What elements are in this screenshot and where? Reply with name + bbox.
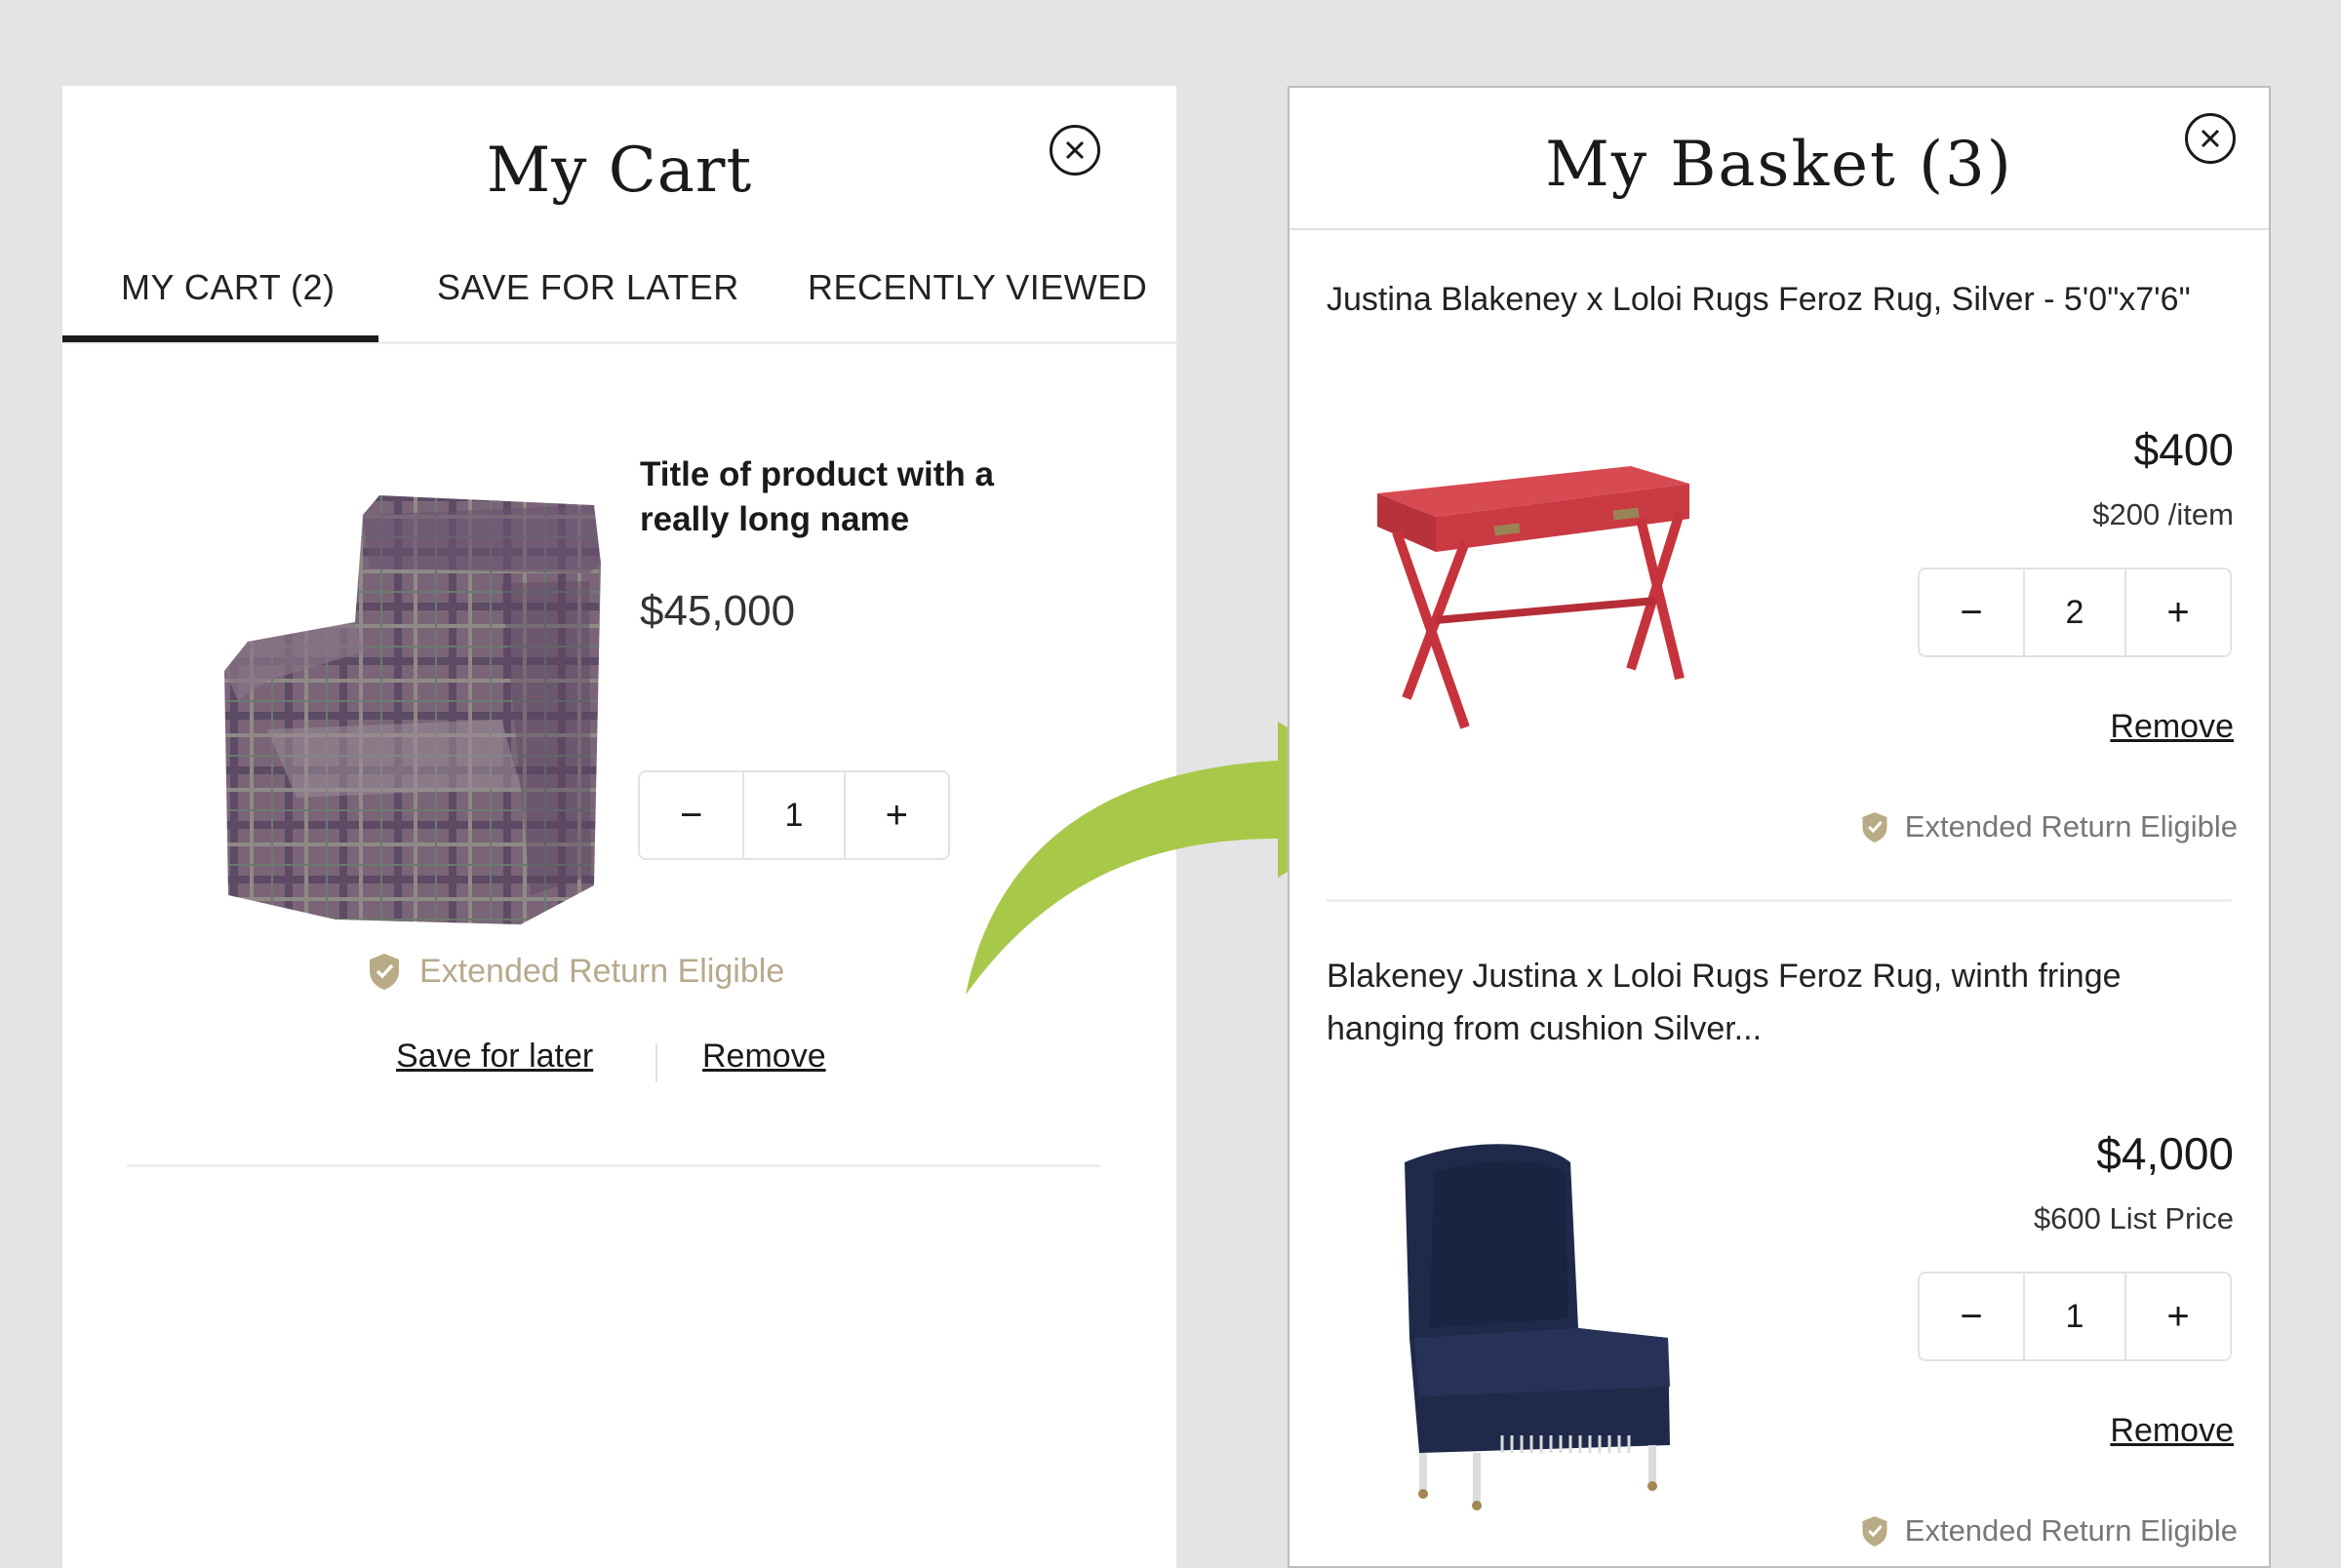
shield-check-icon [1862, 812, 1887, 843]
decrease-quantity-button[interactable]: − [1920, 569, 2023, 655]
decrease-quantity-button[interactable]: − [640, 772, 742, 858]
tab-save-for-later[interactable]: SAVE FOR LATER [437, 267, 739, 308]
close-basket-button[interactable] [2185, 113, 2236, 164]
close-icon [1065, 140, 1085, 160]
basket-title: My Basket (3) [1545, 129, 2013, 201]
quantity-stepper: − 1 + [1918, 1272, 2232, 1361]
tab-recently-viewed[interactable]: RECENTLY VIEWED [808, 267, 1147, 308]
quantity-stepper: − 1 + [638, 770, 950, 860]
basket-item-title[interactable]: Justina Blakeney x Loloi Rugs Feroz Rug,… [1327, 273, 2204, 326]
increase-quantity-button[interactable]: + [2126, 1274, 2230, 1359]
extended-return-badge: Extended Return Eligible [367, 952, 784, 991]
actions-separator [655, 1043, 657, 1082]
basket-item-price: $400 [2133, 424, 2234, 475]
close-cart-button[interactable] [1050, 125, 1100, 176]
extended-return-text: Extended Return Eligible [419, 952, 785, 990]
remove-link[interactable]: Remove [2110, 1412, 2234, 1450]
quantity-value[interactable]: 1 [2022, 1274, 2126, 1359]
shield-check-icon [370, 954, 399, 990]
increase-quantity-button[interactable]: + [2126, 569, 2230, 655]
close-icon [2201, 129, 2220, 148]
increase-quantity-button[interactable]: + [846, 772, 948, 858]
cart-title: My Cart [486, 135, 753, 207]
item-divider [1327, 899, 2232, 902]
extended-return-badge: Extended Return Eligible [1860, 809, 2238, 844]
basket-item-price: $4,000 [2096, 1128, 2234, 1179]
quantity-value[interactable]: 1 [742, 772, 846, 858]
basket-item-title[interactable]: Blakeney Justina x Loloi Rugs Feroz Rug,… [1327, 950, 2204, 1055]
extended-return-text: Extended Return Eligible [1904, 1513, 2238, 1548]
product-price: $45,000 [640, 587, 796, 635]
tab-my-cart[interactable]: MY CART (2) [121, 267, 336, 308]
extended-return-badge: Extended Return Eligible [1860, 1513, 2238, 1548]
save-for-later-link[interactable]: Save for later [396, 1038, 593, 1076]
header-divider [1290, 228, 2269, 230]
navy-chair-product-image[interactable] [1375, 1143, 1687, 1513]
basket-item-unit-price: $200 /item [2092, 497, 2234, 531]
active-tab-indicator [62, 335, 378, 342]
extended-return-text: Extended Return Eligible [1904, 809, 2238, 843]
shield-check-icon [1862, 1516, 1887, 1547]
decrease-quantity-button[interactable]: − [1920, 1274, 2023, 1359]
product-title[interactable]: Title of product with a really long name [640, 452, 1050, 542]
red-desk-product-image[interactable] [1358, 454, 1709, 747]
quantity-stepper: − 2 + [1918, 568, 2232, 657]
quantity-value[interactable]: 2 [2022, 569, 2126, 655]
item-divider [127, 1164, 1100, 1167]
remove-link[interactable]: Remove [2110, 708, 2234, 746]
armchair-product-image[interactable] [209, 476, 618, 944]
basket-panel: My Basket (3) Justina Blakeney x Loloi R… [1288, 86, 2271, 1568]
remove-link[interactable]: Remove [702, 1038, 826, 1076]
basket-item-list-price: $600 List Price [2033, 1201, 2234, 1235]
